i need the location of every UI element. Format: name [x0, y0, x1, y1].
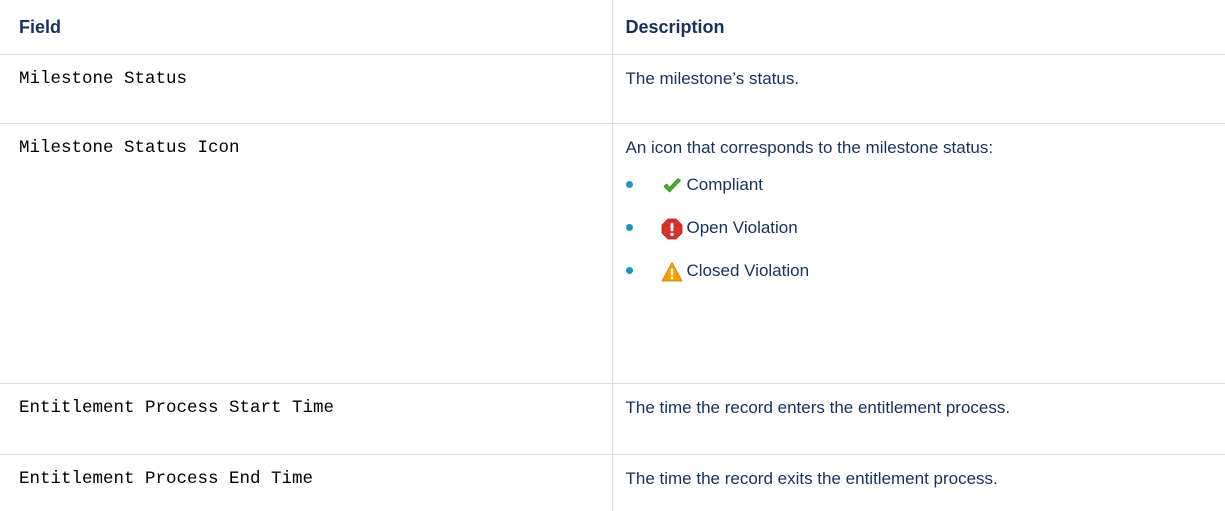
list-item: Compliant	[626, 175, 1225, 218]
check-icon	[661, 175, 683, 197]
status-label-open-violation: Open Violation	[687, 218, 798, 238]
warning-triangle-icon	[661, 261, 683, 283]
field-description: The milestone’s status.	[612, 55, 1225, 124]
bullet-icon	[626, 267, 633, 274]
field-description: An icon that corresponds to the mileston…	[626, 138, 1225, 158]
bullet-icon	[626, 224, 633, 231]
table-row: Entitlement Process Start Time The time …	[0, 384, 1225, 455]
field-name: Milestone Status	[0, 55, 612, 124]
field-description-table: Field Description Milestone Status The m…	[0, 0, 1225, 511]
list-item: Open Violation	[626, 218, 1225, 261]
field-description-cell: An icon that corresponds to the mileston…	[612, 124, 1225, 384]
status-icon-list: Compliant Open Violation	[626, 175, 1225, 304]
header-field: Field	[0, 0, 612, 55]
table-header-row: Field Description	[0, 0, 1225, 55]
bullet-icon	[626, 181, 633, 188]
status-label-compliant: Compliant	[687, 175, 764, 195]
list-item: Closed Violation	[626, 261, 1225, 304]
error-stop-icon	[661, 218, 683, 240]
field-name: Entitlement Process Start Time	[0, 384, 612, 455]
field-name: Entitlement Process End Time	[0, 455, 612, 511]
field-name: Milestone Status Icon	[0, 124, 612, 384]
header-description: Description	[612, 0, 1225, 55]
field-description: The time the record enters the entitleme…	[612, 384, 1225, 455]
status-label-closed-violation: Closed Violation	[687, 261, 810, 281]
table-row: Milestone Status Icon An icon that corre…	[0, 124, 1225, 384]
table-row: Milestone Status The milestone’s status.	[0, 55, 1225, 124]
field-description: The time the record exits the entitlemen…	[612, 455, 1225, 511]
table-row: Entitlement Process End Time The time th…	[0, 455, 1225, 511]
